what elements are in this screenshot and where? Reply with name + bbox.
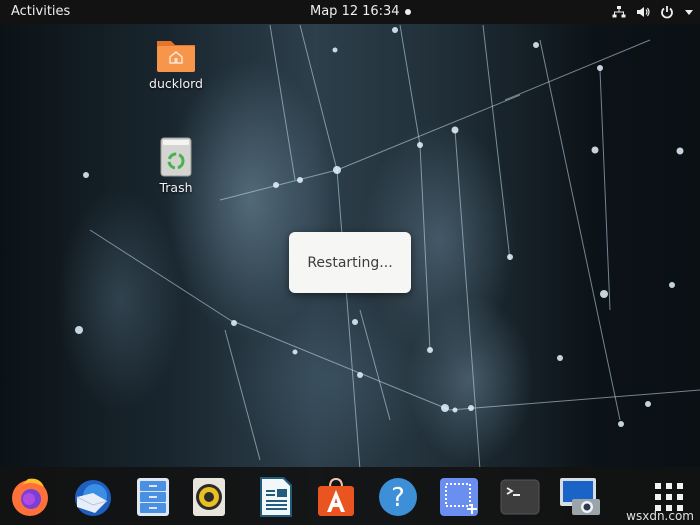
clock-button[interactable]: Map 12 16:34 [310,4,411,19]
software-icon [318,477,354,516]
top-bar: Activities Map 12 16:34 [0,0,700,24]
home-folder-icon [157,41,195,72]
dock-item-firefox[interactable] [9,476,51,518]
screenshot-icon [440,478,478,516]
watermark: wsxdn.com [626,509,694,523]
desktop-icon-label: ducklord [149,76,203,91]
volume-icon [636,5,650,19]
svg-text:?: ? [391,483,405,513]
dock-item-thunderbird[interactable] [71,476,113,518]
dock-item-remote-desktop[interactable] [559,476,601,518]
dock-item-screenshot[interactable] [438,476,480,518]
network-icon [612,5,626,19]
dock-item-rhythmbox[interactable] [188,476,230,518]
activities-button[interactable]: Activities [11,4,70,19]
help-icon: ? [379,478,417,516]
desktop-icon-label: Trash [159,180,193,195]
dock-item-terminal[interactable] [499,476,541,518]
remote-desktop-icon [560,478,600,515]
dialog-message: Restarting... [307,254,393,271]
restarting-dialog: Restarting... [289,232,411,293]
dock: ? wsxdn.com [0,467,700,525]
power-icon [660,5,674,19]
system-tray[interactable] [612,3,694,21]
writer-icon [260,477,292,517]
app-grid-icon [655,483,683,511]
dock-item-help[interactable]: ? [377,476,419,518]
desktop-icon-home[interactable]: ducklord [146,37,206,91]
notification-dot-icon [404,8,411,15]
terminal-icon [500,479,540,515]
dock-item-software[interactable] [315,476,357,518]
dock-item-writer[interactable] [255,476,297,518]
trash-icon [160,137,192,177]
clock-time: 16:34 [362,4,400,19]
dock-item-files[interactable] [132,476,174,518]
files-icon [137,478,169,516]
thunderbird-icon [75,480,111,516]
firefox-icon [12,478,48,516]
rhythmbox-icon [193,478,225,516]
clock-date: Map 12 [310,4,359,19]
menu-caret-icon [684,5,694,19]
desktop-icon-trash[interactable]: Trash [150,137,202,195]
